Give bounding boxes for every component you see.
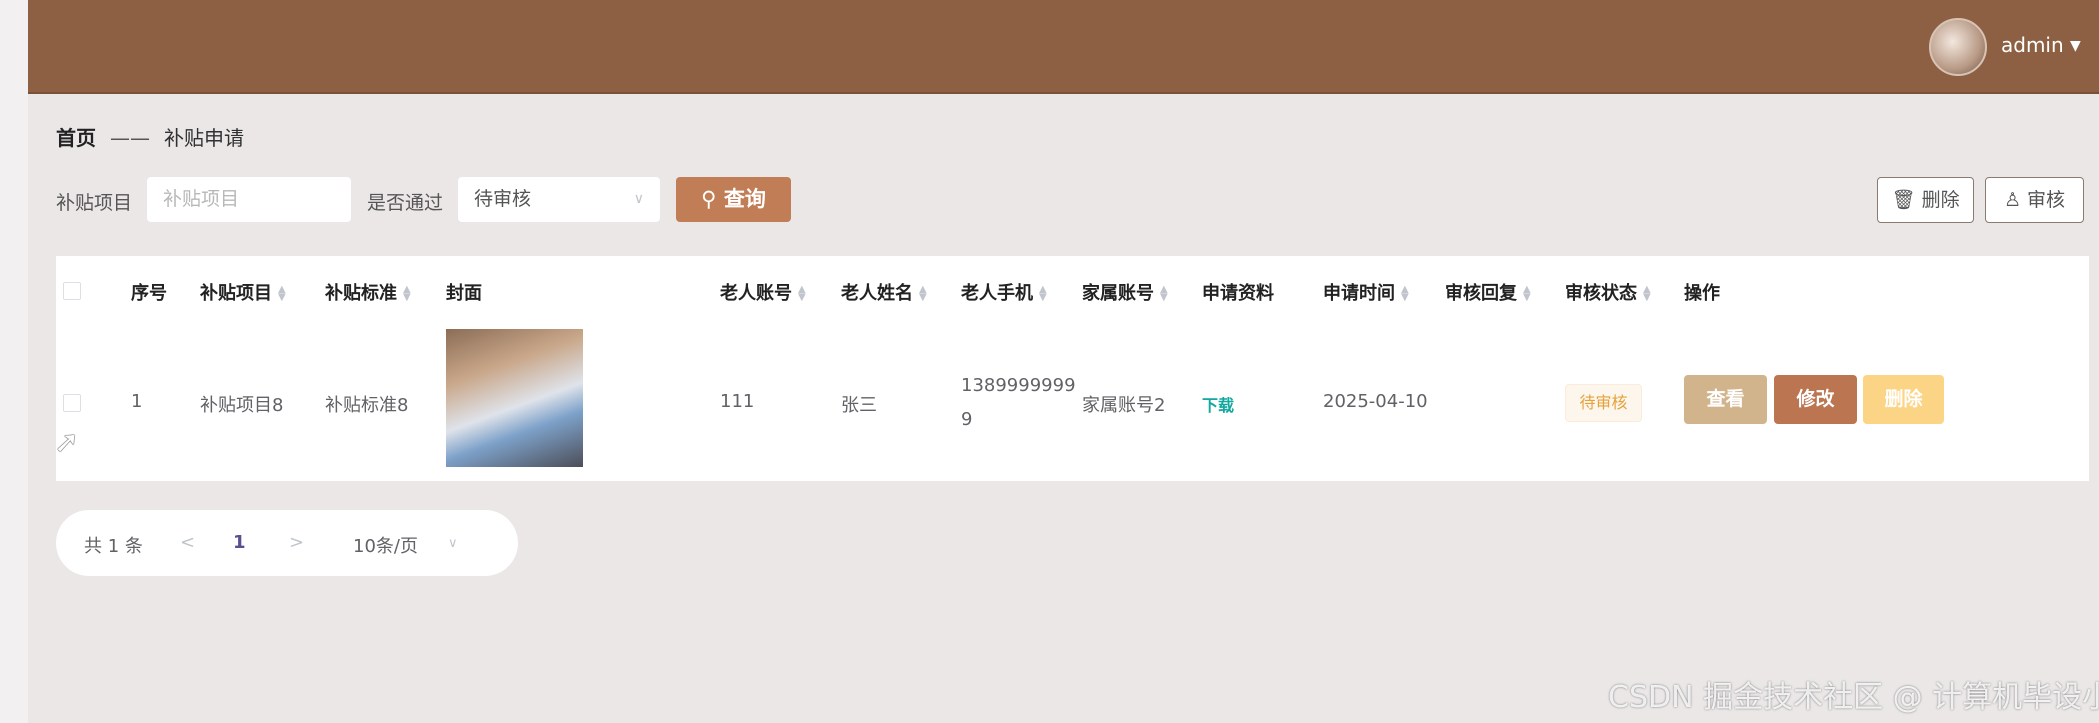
username[interactable]: admin [2001,33,2064,57]
delete-label: 删除 [1921,189,1960,211]
col-header: 申请资料 [1202,283,1274,304]
passed-filter-label: 是否通过 [367,192,444,214]
col-header-sortable[interactable]: 家属账号 ▲ ▼ [1082,279,1168,305]
cover-image[interactable] [446,329,583,467]
row-checkbox[interactable] [63,394,81,412]
sort-icon: ▲ ▼ [1643,284,1651,303]
project-placeholder: 补贴项目 [163,188,240,210]
sort-icon: ▲ ▼ [798,284,806,303]
left-edge [0,0,28,723]
col-header: 封面 [446,283,482,304]
pagination: 共 1 条 < 1 > 10条/页 ∨ [56,510,518,576]
col-header-sortable[interactable]: 老人手机 ▲ ▼ [961,279,1047,305]
cell-elder-name: 张三 [841,395,877,416]
sort-icon: ▲ ▼ [919,284,927,303]
next-page-button[interactable]: > [289,532,304,553]
col-header-sortable[interactable]: 老人账号 ▲ ▼ [720,279,806,305]
page-size-select[interactable]: 10条/页 [353,532,418,558]
sort-icon: ▲ ▼ [278,284,286,303]
total-count: 共 1 条 [84,536,143,557]
trash-icon: 🗑 [1891,189,1916,211]
col-header-sortable[interactable]: 补贴标准 ▲ ▼ [325,279,411,305]
cell-family-account: 家属账号2 [1082,395,1166,416]
cell-index: 1 [131,391,143,412]
query-label: 查询 [723,187,766,211]
sort-icon: ▲ ▼ [1523,284,1531,303]
stamp-icon: ♙ [2003,189,2021,211]
breadcrumb-home[interactable]: 首页 [56,126,96,150]
chevron-down-icon: ∨ [448,536,458,551]
col-header-sortable[interactable]: 补贴项目 ▲ ▼ [200,279,286,305]
download-link[interactable]: 下载 [1202,392,1234,416]
top-header [28,0,2099,94]
col-header: 序号 [131,283,167,304]
passed-select-value: 待审核 [474,188,532,210]
edit-button[interactable]: 修改 [1774,375,1857,424]
col-header-sortable[interactable]: 审核状态 ▲ ▼ [1565,279,1651,305]
query-button[interactable]: ⚲ 查询 [676,177,791,222]
cell-phone-line1: 1389999999 [961,375,1076,396]
user-avatar[interactable] [1929,18,1987,76]
passed-filter-select[interactable]: 待审核 ∨ [458,177,660,222]
review-button[interactable]: ♙ 审核 [1985,177,2084,223]
chevron-down-icon: ∨ [633,191,644,207]
col-header-sortable[interactable]: 申请时间 ▲ ▼ [1323,279,1409,305]
cell-standard: 补贴标准8 [325,395,409,416]
sort-icon: ▲ ▼ [1160,284,1168,303]
status-badge: 待审核 [1565,384,1642,422]
search-icon: ⚲ [701,187,717,211]
batch-delete-button[interactable]: 🗑 删除 [1877,177,1974,223]
watermark: CSDN 掘金技术社区 @ 计算机毕设小月哥 [1608,680,2099,715]
cell-project: 补贴项目8 [200,395,284,416]
col-header-sortable[interactable]: 审核回复 ▲ ▼ [1445,279,1531,305]
prev-page-button[interactable]: < [180,532,195,553]
page-number[interactable]: 1 [233,532,246,553]
sort-icon: ▲ ▼ [1401,284,1409,303]
review-label: 审核 [2027,189,2066,211]
project-filter-input[interactable]: 补贴项目 [147,177,351,222]
breadcrumb: 首页 —— 补贴申请 [56,122,244,151]
view-button[interactable]: 查看 [1684,375,1767,424]
sort-icon: ▲ ▼ [403,284,411,303]
cell-elder-account: 111 [720,391,755,412]
cell-phone-line2: 9 [961,409,973,430]
delete-button[interactable]: 删除 [1863,375,1944,424]
caret-down-icon[interactable]: ▼ [2070,38,2081,54]
project-filter-label: 补贴项目 [56,192,133,214]
col-header-sortable[interactable]: 老人姓名 ▲ ▼ [841,279,927,305]
select-all-checkbox[interactable] [63,282,81,300]
mouse-cursor-icon: ➚ [54,425,80,460]
sort-icon: ▲ ▼ [1039,284,1047,303]
col-header: 操作 [1684,283,1720,304]
breadcrumb-separator: —— [110,126,150,150]
breadcrumb-current: 补贴申请 [164,126,244,150]
cell-apply-time: 2025-04-10 [1323,391,1428,412]
